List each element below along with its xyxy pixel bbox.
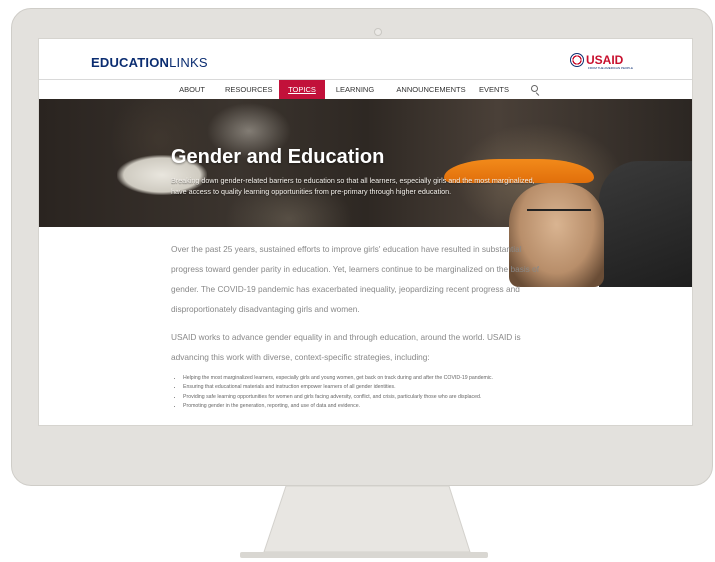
browser-screen: EDUCATIONLINKS USAID FROM THE AMERICAN P… (38, 38, 693, 426)
intro-paragraph: Over the past 25 years, sustained effort… (171, 244, 540, 314)
hero-photo-glasses (527, 209, 591, 223)
page-title: Gender and Education (171, 146, 385, 168)
hero-description: Breaking down gender-related barriers to… (171, 176, 535, 196)
educationlinks-logo[interactable]: EDUCATIONLINKS (91, 55, 208, 70)
nav-item-about[interactable]: ABOUT (177, 80, 207, 99)
usaid-logo[interactable]: USAID FROM THE AMERICAN PEOPLE (570, 52, 633, 70)
search-icon[interactable] (531, 85, 538, 92)
nav-item-announcements[interactable]: ANNOUNCEMENTS (393, 80, 469, 99)
list-item: Promoting gender in the generation, repo… (183, 403, 551, 410)
usaid-wordmark: USAID (586, 53, 624, 67)
nav-item-topics[interactable]: TOPICS (279, 80, 325, 99)
list-item: Helping the most marginalized learners, … (183, 375, 551, 382)
site-header: EDUCATIONLINKS USAID FROM THE AMERICAN P… (39, 39, 692, 79)
list-item: Ensuring that educational materials and … (183, 384, 551, 391)
nav-item-learning[interactable]: LEARNING (335, 80, 375, 99)
strategy-list: Helping the most marginalized learners, … (171, 375, 551, 410)
usaid-tagline: FROM THE AMERICAN PEOPLE (588, 66, 633, 70)
main-nav: ABOUT RESOURCES TOPICS LEARNING ANNOUNCE… (39, 79, 692, 99)
nav-item-events[interactable]: EVENTS (479, 80, 509, 99)
logo-light: LINKS (169, 55, 208, 70)
logo-bold: EDUCATION (91, 55, 170, 70)
list-item: Providing safe learning opportunities fo… (183, 394, 551, 401)
hero-photo-scarf (599, 161, 692, 287)
nav-item-resources[interactable]: RESOURCES (225, 80, 273, 99)
main-content: Over the past 25 years, sustained effort… (171, 239, 551, 412)
usaid-seal-icon (570, 53, 584, 67)
strategy-paragraph: USAID works to advance gender equality i… (171, 332, 521, 362)
